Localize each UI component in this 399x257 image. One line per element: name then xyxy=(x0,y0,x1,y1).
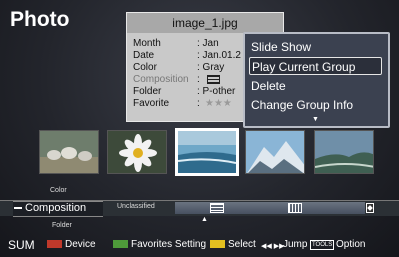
info-label: Date xyxy=(133,50,155,61)
red-key-icon xyxy=(47,240,62,248)
vertical-lines-group-icon[interactable] xyxy=(288,203,302,213)
info-value: : xyxy=(197,98,200,109)
file-name: image_1.jpg xyxy=(127,13,283,33)
info-label: Color xyxy=(133,62,157,73)
info-label: Month xyxy=(133,38,161,49)
info-value: : P-other xyxy=(197,86,236,97)
photo-thumbnail[interactable] xyxy=(107,130,167,174)
info-label: Favorite xyxy=(133,98,170,109)
photo-thumbnail-selected[interactable] xyxy=(175,128,239,176)
green-key-icon xyxy=(113,240,128,248)
info-value: : Gray xyxy=(197,62,225,73)
category-below: Folder xyxy=(52,222,72,229)
jump-arrows-icon: ◀◀ ▶▶ xyxy=(261,243,285,250)
menu-item-slide-show[interactable]: Slide Show xyxy=(249,38,382,56)
device-label: Device xyxy=(65,239,96,250)
composition-icon xyxy=(207,75,220,84)
yellow-key-icon xyxy=(210,240,225,248)
favorite-stars-icon: ★★★ xyxy=(205,98,232,109)
info-value: : xyxy=(197,74,200,85)
current-category[interactable]: Composition xyxy=(25,201,86,216)
photo-browser-screen: Photo image_1.jpg Month : Jan Date : Jan… xyxy=(0,0,399,257)
photo-thumbnail[interactable] xyxy=(314,130,374,174)
menu-item-play-current-group[interactable]: Play Current Group xyxy=(249,57,382,75)
photo-thumbnail[interactable] xyxy=(39,130,99,174)
jump-label: Jump xyxy=(283,239,308,250)
position-pointer-icon: ▲ xyxy=(201,216,208,223)
category-marker-icon xyxy=(14,207,22,209)
category-above: Color xyxy=(50,187,67,194)
info-label: Folder xyxy=(133,86,162,97)
composition-group-icon[interactable] xyxy=(210,203,224,213)
menu-item-change-group-info[interactable]: Change Group Info xyxy=(249,96,382,114)
tools-popup-menu: Slide Show Play Current Group Delete Cha… xyxy=(243,32,390,128)
group-end-icon[interactable] xyxy=(366,203,374,213)
option-label: Option xyxy=(336,239,366,250)
sum-label: SUM xyxy=(8,238,35,252)
info-value: : Jan xyxy=(197,38,219,49)
select-label: Select xyxy=(228,239,256,250)
tools-key-icon: TOOLS xyxy=(310,240,335,250)
scroll-down-icon[interactable]: ▼ xyxy=(312,116,319,123)
info-value: : Jan.01.2 xyxy=(197,50,241,61)
favorites-setting-label: Favorites Setting xyxy=(131,239,207,250)
menu-item-delete[interactable]: Delete xyxy=(249,77,382,95)
photo-thumbnail[interactable] xyxy=(245,130,305,174)
group-timeline[interactable] xyxy=(175,202,365,214)
info-label: Composition xyxy=(133,74,189,85)
page-title: Photo xyxy=(10,8,70,31)
group-label: Unclassified xyxy=(117,203,155,210)
